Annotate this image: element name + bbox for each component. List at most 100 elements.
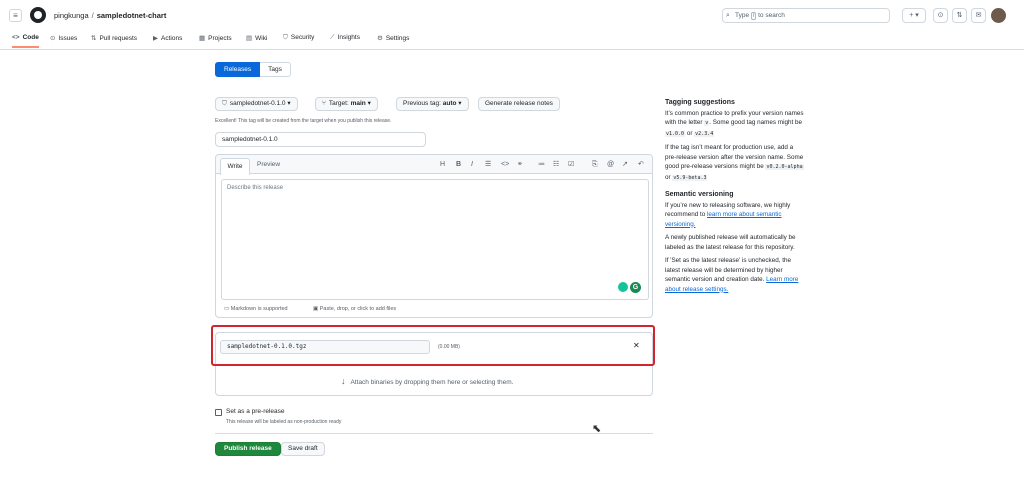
tab-preview[interactable]: Preview — [257, 161, 280, 168]
hamburger-menu-icon[interactable]: ≡ — [9, 9, 22, 22]
attach-files-note[interactable]: ▣ Paste, drop, or click to add files — [313, 306, 396, 312]
search-input[interactable]: ⌕ Type / to search — [722, 8, 890, 23]
tag-button-label: sampledotnet-0.1.0 — [229, 100, 286, 107]
unordered-list-icon[interactable]: ☷ — [553, 160, 559, 169]
semantic-versioning: Semantic versioning If you’re new to rel… — [665, 190, 805, 298]
attach-files-label: Paste, drop, or click to add files — [319, 306, 397, 312]
task-list-icon[interactable]: ☑ — [568, 160, 574, 169]
play-icon: ▶ — [153, 35, 158, 42]
bold-icon[interactable]: B — [456, 160, 461, 169]
tab-releases[interactable]: Releases — [215, 62, 261, 77]
tab-wiki[interactable]: ▤ Wiki — [246, 34, 267, 48]
tab-insights-label: Insights — [337, 34, 360, 41]
prerelease-checkbox[interactable] — [215, 409, 222, 416]
tab-actions[interactable]: ▶ Actions — [153, 34, 182, 48]
issues-icon[interactable]: ⊙ — [933, 8, 948, 23]
choose-tag-button[interactable]: ⛉ sampledotnet-0.1.0 ▾ — [215, 97, 298, 111]
heading-icon[interactable]: H — [440, 160, 445, 169]
description-placeholder: Describe this release — [227, 185, 284, 191]
chevron-down-icon: ▾ — [287, 100, 291, 107]
tab-security[interactable]: ⛉ Security — [283, 34, 314, 48]
previous-tag-button[interactable]: Previous tag: auto ▾ — [396, 97, 469, 111]
markdown-note[interactable]: ▭ Markdown is supported — [224, 306, 288, 312]
asset-size: (0.00 MB) — [438, 344, 460, 350]
shield-icon: ⛉ — [283, 34, 288, 41]
breadcrumb: pingkunga / sampledotnet-chart — [54, 11, 166, 20]
tab-pull-requests[interactable]: ⇅ Pull requests — [91, 34, 137, 48]
release-title-input[interactable]: sampledotnet-0.1.0 — [215, 132, 426, 147]
issue-icon: ⊙ — [50, 35, 56, 42]
breadcrumb-separator: / — [91, 11, 94, 20]
code-icon[interactable]: <> — [501, 160, 509, 169]
asset-filename-input[interactable]: sampledotnet-0.1.0.tgz — [220, 340, 430, 354]
code-sample: v5.9-beta.3 — [672, 174, 708, 181]
markdown-note-label: Markdown is supported — [230, 306, 288, 312]
tab-code[interactable]: <> Code — [12, 34, 39, 48]
tab-projects[interactable]: ▦ Projects — [199, 34, 232, 48]
italic-icon[interactable]: I — [471, 160, 473, 169]
previous-tag-label: Previous tag: — [403, 100, 441, 107]
reference-icon[interactable]: ↗ — [622, 160, 628, 169]
search-suffix: to search — [758, 12, 785, 19]
tab-code-label: Code — [22, 34, 39, 41]
mention-icon[interactable]: @ — [607, 160, 614, 169]
tagging-paragraph-2: If the tag isn’t meant for production us… — [665, 143, 805, 183]
undo-icon[interactable]: ↶ — [638, 160, 644, 169]
text: or — [686, 129, 693, 137]
create-new-button[interactable]: + ▾ — [902, 8, 926, 23]
attachment-icon[interactable]: ⎘ — [592, 160, 598, 169]
repo-nav: <> Code ⊙ Issues ⇅ Pull requests ▶ Actions ▦… — [0, 30, 1024, 50]
generate-release-notes-button[interactable]: Generate release notes — [478, 97, 560, 111]
release-description-textarea[interactable]: Describe this release G — [221, 179, 649, 300]
tab-actions-label: Actions — [161, 35, 183, 42]
prerelease-label[interactable]: Set as a pre-release — [226, 408, 285, 415]
tab-security-label: Security — [290, 34, 315, 41]
tagging-suggestions: Tagging suggestions It’s common practice… — [665, 98, 805, 187]
release-body-editor: Write Preview H B I ☰ <> ⚭ ≔ ☷ ☑ ⎘ @ ↗ ↶… — [215, 154, 653, 318]
semver-paragraph-3: If 'Set as the latest release' is unchec… — [665, 256, 805, 294]
chevron-down-icon: ▾ — [367, 100, 371, 107]
quote-icon[interactable]: ☰ — [485, 160, 491, 169]
tab-insights[interactable]: ⟋ Insights — [330, 34, 360, 48]
tag-hint: Excellent! This tag will be created from… — [215, 118, 392, 124]
close-icon[interactable]: ✕ — [633, 341, 640, 350]
prerelease-hint: This release will be labeled as non-prod… — [226, 419, 342, 425]
target-value: main — [350, 100, 366, 107]
dropzone-text-row[interactable]: ↓ Attach binaries by dropping them here o… — [341, 376, 513, 386]
tab-projects-label: Projects — [208, 35, 232, 42]
github-logo-icon[interactable] — [30, 7, 46, 23]
numbered-list-icon[interactable]: ≔ — [538, 160, 545, 169]
semantic-versioning-title: Semantic versioning — [665, 191, 734, 198]
git-branch-icon: ⑂ — [322, 100, 326, 107]
arrow-down-icon: ↓ — [341, 376, 346, 386]
tab-issues-label: Issues — [58, 35, 78, 42]
semver-paragraph-2: A newly published release will automatic… — [665, 234, 796, 251]
location-pin-icon[interactable] — [618, 282, 628, 292]
divider — [215, 433, 653, 434]
previous-tag-value: auto — [442, 100, 457, 107]
tab-tags[interactable]: Tags — [260, 62, 291, 77]
grammarly-icon[interactable]: G — [630, 282, 641, 293]
pull-requests-icon[interactable]: ⇅ — [952, 8, 967, 23]
search-prefix: Type — [735, 12, 750, 19]
plus-icon: + — [909, 12, 914, 19]
inbox-icon[interactable]: ✉ — [971, 8, 986, 23]
save-draft-button[interactable]: Save draft — [281, 442, 325, 456]
chevron-down-icon: ▾ — [915, 12, 919, 19]
tagging-suggestions-title: Tagging suggestions — [665, 99, 735, 106]
tab-issues[interactable]: ⊙ Issues — [50, 34, 77, 48]
markdown-icon: ▭ — [224, 306, 230, 312]
tab-write[interactable]: Write — [220, 158, 250, 175]
repo-link[interactable]: sampledotnet-chart — [97, 11, 167, 20]
search-shortcut-key: / — [750, 12, 757, 20]
owner-link[interactable]: pingkunga — [54, 11, 89, 20]
tab-settings[interactable]: ⚙ Settings — [377, 34, 409, 48]
publish-release-button[interactable]: Publish release — [215, 442, 281, 456]
graph-icon: ⟋ — [330, 34, 335, 41]
link-icon[interactable]: ⚭ — [517, 160, 523, 169]
text: or — [665, 173, 671, 181]
avatar[interactable] — [991, 8, 1006, 23]
code-sample: v2.3.4 — [694, 130, 715, 137]
search-icon: ⌕ — [726, 12, 730, 19]
target-branch-button[interactable]: ⑂ Target: main ▾ — [315, 97, 378, 111]
